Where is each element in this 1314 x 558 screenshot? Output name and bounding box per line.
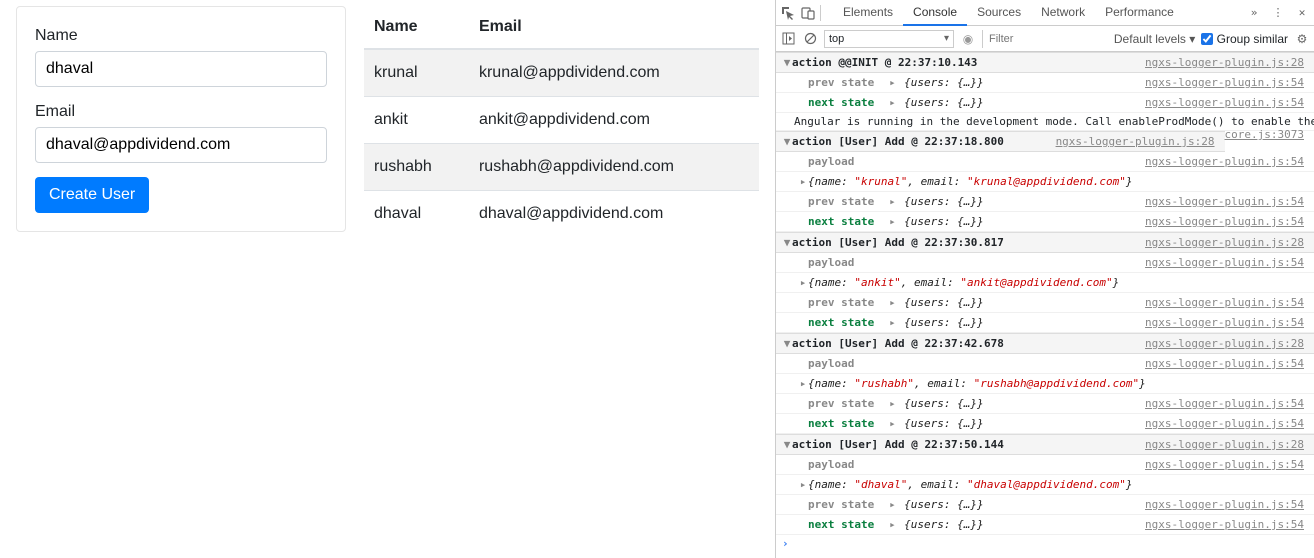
- cell-email: dhaval@appdividend.com: [469, 191, 759, 238]
- kebab-menu-icon[interactable]: ⋮: [1270, 5, 1286, 21]
- cell-email: rushabh@appdividend.com: [469, 144, 759, 191]
- console-settings-icon[interactable]: ⚙: [1294, 31, 1310, 47]
- source-link[interactable]: ngxs-logger-plugin.js:54: [1145, 497, 1308, 512]
- more-tabs-icon[interactable]: »: [1246, 5, 1262, 21]
- console-subbar: top ◉ Default levels ▾ Group similar ⚙: [776, 26, 1314, 52]
- users-table: Name Email krunalkrunal@appdividend.coma…: [364, 6, 759, 237]
- source-link[interactable]: core.js:3073: [1225, 128, 1308, 141]
- source-link[interactable]: ngxs-logger-plugin.js:54: [1145, 315, 1308, 330]
- filter-input[interactable]: [982, 30, 1072, 48]
- source-link[interactable]: ngxs-logger-plugin.js:54: [1145, 517, 1308, 532]
- angular-dev-msg: Angular is running in the development mo…: [794, 115, 1314, 128]
- cell-email: ankit@appdividend.com: [469, 97, 759, 144]
- cell-name: dhaval: [364, 191, 469, 238]
- email-label: Email: [35, 103, 327, 121]
- source-link[interactable]: ngxs-logger-plugin.js:54: [1145, 75, 1308, 90]
- source-link[interactable]: ngxs-logger-plugin.js:28: [1056, 134, 1219, 149]
- source-link[interactable]: ngxs-logger-plugin.js:54: [1145, 295, 1308, 310]
- disclosure-arrow-icon[interactable]: ▼: [782, 235, 792, 250]
- console-log[interactable]: ▼action @@INIT @ 22:37:10.143ngxs-logger…: [776, 52, 1314, 558]
- app-content: Name Email Create User Name Email krunal…: [0, 0, 775, 558]
- source-link[interactable]: ngxs-logger-plugin.js:54: [1145, 95, 1308, 110]
- tab-console[interactable]: Console: [903, 0, 967, 26]
- tab-sources[interactable]: Sources: [967, 0, 1031, 26]
- disclosure-arrow-icon[interactable]: ▼: [782, 134, 792, 149]
- inspect-icon[interactable]: [780, 5, 796, 21]
- device-toggle-icon[interactable]: [800, 5, 816, 21]
- close-devtools-icon[interactable]: ✕: [1294, 5, 1310, 21]
- source-link[interactable]: ngxs-logger-plugin.js:54: [1145, 154, 1308, 169]
- disclosure-arrow-icon[interactable]: ▸: [798, 174, 808, 189]
- tab-elements[interactable]: Elements: [833, 0, 903, 26]
- table-row: dhavaldhaval@appdividend.com: [364, 191, 759, 238]
- table-row: ankitankit@appdividend.com: [364, 97, 759, 144]
- source-link[interactable]: ngxs-logger-plugin.js:54: [1145, 194, 1308, 209]
- name-label: Name: [35, 27, 327, 45]
- source-link[interactable]: ngxs-logger-plugin.js:28: [1145, 235, 1308, 250]
- cell-name: rushabh: [364, 144, 469, 191]
- col-name-header: Name: [364, 6, 469, 49]
- create-user-form: Name Email Create User: [16, 6, 346, 232]
- table-row: krunalkrunal@appdividend.com: [364, 49, 759, 97]
- source-link[interactable]: ngxs-logger-plugin.js:54: [1145, 214, 1308, 229]
- source-link[interactable]: ngxs-logger-plugin.js:54: [1145, 457, 1308, 472]
- context-select[interactable]: top: [824, 30, 954, 48]
- source-link[interactable]: ngxs-logger-plugin.js:54: [1145, 416, 1308, 431]
- sidebar-toggle-icon[interactable]: [780, 31, 796, 47]
- source-link[interactable]: ngxs-logger-plugin.js:28: [1145, 336, 1308, 351]
- disclosure-arrow-icon[interactable]: ▸: [798, 477, 808, 492]
- clear-console-icon[interactable]: [802, 31, 818, 47]
- email-input[interactable]: [35, 127, 327, 163]
- table-row: rushabhrushabh@appdividend.com: [364, 144, 759, 191]
- console-prompt[interactable]: ›: [776, 535, 1314, 552]
- source-link[interactable]: ngxs-logger-plugin.js:28: [1145, 437, 1308, 452]
- source-link[interactable]: ngxs-logger-plugin.js:54: [1145, 255, 1308, 270]
- devtools-toolbar: Elements Console Sources Network Perform…: [776, 0, 1314, 26]
- disclosure-arrow-icon[interactable]: ▼: [782, 336, 792, 351]
- col-email-header: Email: [469, 6, 759, 49]
- disclosure-arrow-icon[interactable]: ▸: [798, 376, 808, 391]
- source-link[interactable]: ngxs-logger-plugin.js:28: [1145, 55, 1308, 70]
- tab-network[interactable]: Network: [1031, 0, 1095, 26]
- eye-icon[interactable]: ◉: [960, 31, 976, 47]
- source-link[interactable]: ngxs-logger-plugin.js:54: [1145, 356, 1308, 371]
- cell-email: krunal@appdividend.com: [469, 49, 759, 97]
- tab-performance[interactable]: Performance: [1095, 0, 1184, 26]
- disclosure-arrow-icon[interactable]: ▼: [782, 437, 792, 452]
- create-user-button[interactable]: Create User: [35, 177, 149, 213]
- cell-name: ankit: [364, 97, 469, 144]
- cell-name: krunal: [364, 49, 469, 97]
- group-similar-toggle[interactable]: Group similar: [1201, 32, 1288, 46]
- source-link[interactable]: ngxs-logger-plugin.js:54: [1145, 396, 1308, 411]
- disclosure-arrow-icon[interactable]: ▸: [798, 275, 808, 290]
- disclosure-arrow-icon[interactable]: ▼: [782, 55, 792, 70]
- devtools-panel: Elements Console Sources Network Perform…: [775, 0, 1314, 558]
- name-input[interactable]: [35, 51, 327, 87]
- log-levels-select[interactable]: Default levels ▾: [1114, 32, 1195, 46]
